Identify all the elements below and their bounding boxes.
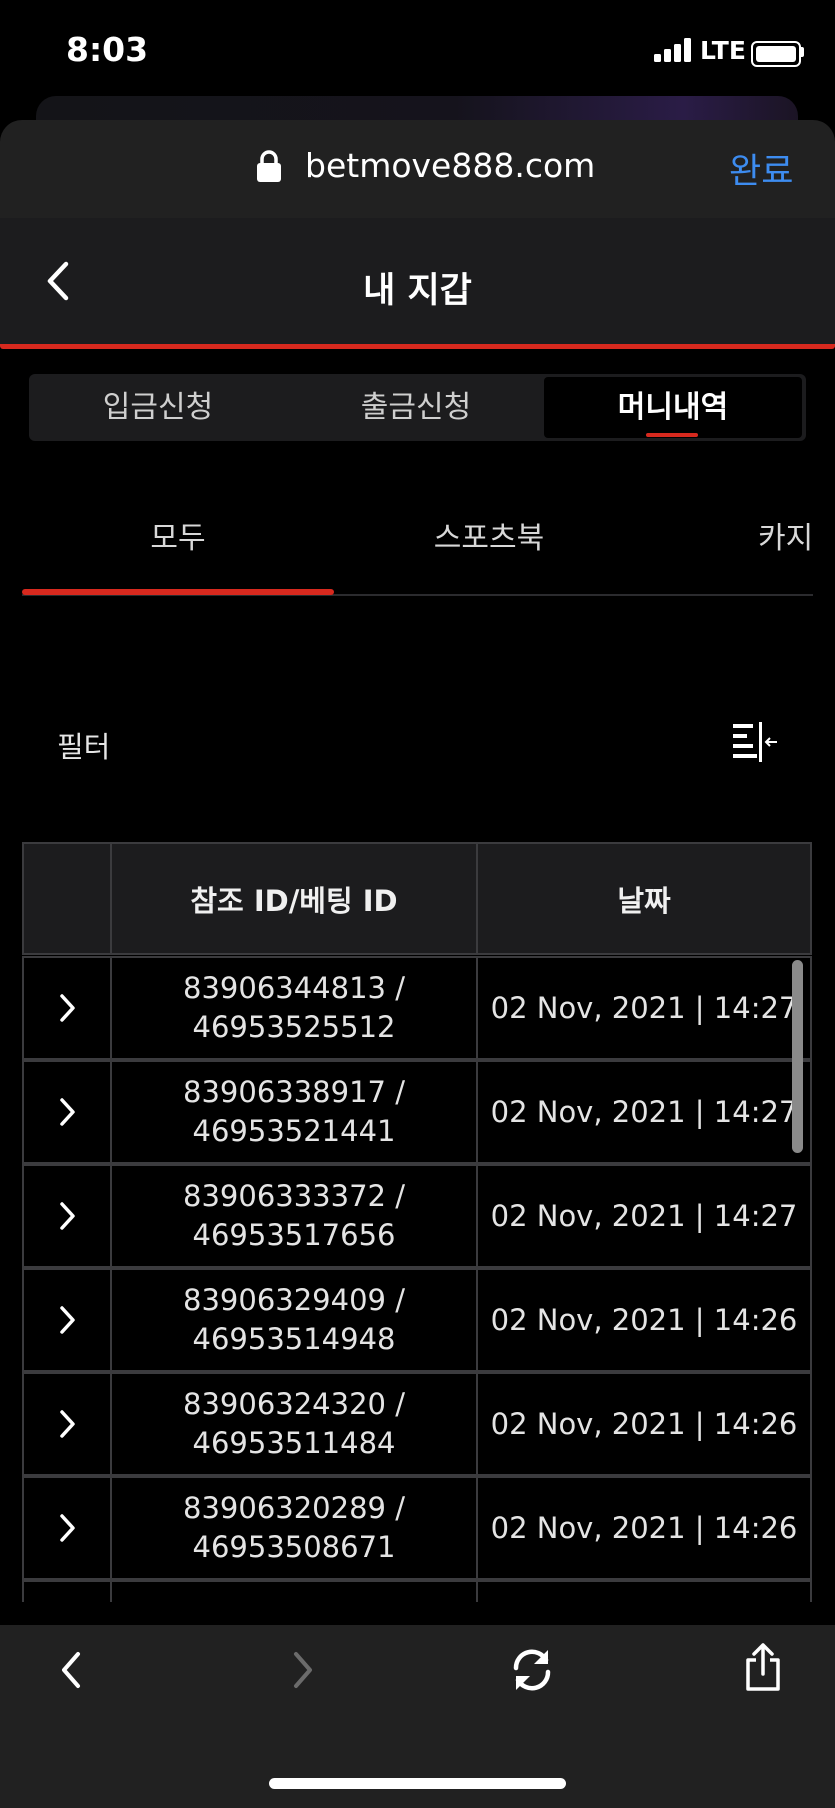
row-expand-button[interactable] (22, 956, 112, 1060)
home-indicator[interactable] (269, 1778, 566, 1789)
ref-id: 83906344813 / (183, 971, 405, 1005)
date-cell: 02 Nov, 2021 | 14:26 (476, 1268, 812, 1372)
share-icon[interactable] (743, 1642, 783, 1692)
row-chevron-icon (60, 1306, 75, 1334)
table-row[interactable]: 83906320289 / 46953508671 02 Nov, 2021 | … (22, 1476, 812, 1580)
segment-active-indicator (646, 433, 698, 437)
date-cell: 02 Nov, 2021 | 14:26 (476, 1372, 812, 1476)
lock-icon (257, 150, 281, 182)
row-chevron-icon (60, 1410, 75, 1438)
filter-label: 필터 (57, 730, 111, 764)
segment-withdraw[interactable]: 출금신청 (287, 374, 545, 441)
row-chevron-icon (60, 1514, 75, 1542)
segment-deposit[interactable]: 입금신청 (29, 374, 287, 441)
browser-forward-icon[interactable] (290, 1650, 316, 1690)
table-row-partial[interactable] (22, 1580, 812, 1602)
tab-sportsbook[interactable]: 스포츠북 (356, 513, 622, 557)
ref-id: 83906338917 / (183, 1075, 405, 1109)
tab-active-indicator (22, 589, 334, 595)
status-time: 8:03 (66, 30, 149, 69)
filter-icon[interactable] (732, 722, 778, 762)
ref-id: 83906329409 / (183, 1283, 405, 1317)
row-expand-button[interactable] (22, 1164, 112, 1268)
bet-id: 46953511484 (192, 1426, 396, 1460)
wallet-segment-control: 입금신청 출금신청 머니내역 (29, 374, 806, 441)
date-cell: 02 Nov, 2021 | 14:27 (476, 1164, 812, 1268)
network-type: LTE (700, 36, 746, 65)
ref-id: 83906320289 / (183, 1491, 405, 1525)
battery-tip (801, 47, 804, 57)
column-header-expand (22, 842, 112, 955)
table-row[interactable]: 83906329409 / 46953514948 02 Nov, 2021 | … (22, 1268, 812, 1372)
ref-bet-id-cell: 83906344813 / 46953525512 (110, 956, 478, 1060)
row-chevron-icon (60, 994, 75, 1022)
bet-id: 46953517656 (192, 1218, 396, 1252)
row-chevron-icon (60, 1202, 75, 1230)
tab-casino[interactable]: 카지 (758, 513, 813, 557)
bet-id: 46953508671 (192, 1530, 396, 1564)
date-cell (476, 1580, 812, 1602)
row-expand-button[interactable] (22, 1580, 112, 1602)
battery-icon (751, 41, 801, 67)
ref-bet-id-cell: 83906324320 / 46953511484 (110, 1372, 478, 1476)
table-row[interactable]: 83906333372 / 46953517656 02 Nov, 2021 | … (22, 1164, 812, 1268)
header-accent-line (0, 344, 835, 349)
page-title: 내 지갑 (363, 271, 472, 311)
segment-money-history[interactable]: 머니내역 (544, 374, 802, 441)
url-text[interactable]: betmove888.com (305, 146, 595, 185)
ref-bet-id-cell (110, 1580, 478, 1602)
bet-id: 46953521441 (192, 1114, 396, 1148)
table-row[interactable]: 83906324320 / 46953511484 02 Nov, 2021 | … (22, 1372, 812, 1476)
column-header-date: 날짜 (476, 842, 812, 955)
ref-bet-id-cell: 83906333372 / 46953517656 (110, 1164, 478, 1268)
ref-id: 83906333372 / (183, 1179, 405, 1213)
table-scrollbar[interactable] (792, 960, 803, 1153)
ref-bet-id-cell: 83906320289 / 46953508671 (110, 1476, 478, 1580)
row-expand-button[interactable] (22, 1372, 112, 1476)
date-cell: 02 Nov, 2021 | 14:27 (476, 956, 812, 1060)
tab-all[interactable]: 모두 (0, 513, 356, 557)
row-expand-button[interactable] (22, 1476, 112, 1580)
ref-id: 83906324320 / (183, 1387, 405, 1421)
reload-icon[interactable] (508, 1646, 556, 1694)
ref-bet-id-cell: 83906329409 / 46953514948 (110, 1268, 478, 1372)
table-row[interactable]: 83906344813 / 46953525512 02 Nov, 2021 | … (22, 956, 812, 1060)
ref-bet-id-cell: 83906338917 / 46953521441 (110, 1060, 478, 1164)
browser-back-icon[interactable] (58, 1650, 84, 1690)
row-expand-button[interactable] (22, 1060, 112, 1164)
date-cell: 02 Nov, 2021 | 14:27 (476, 1060, 812, 1164)
bet-id: 46953525512 (192, 1010, 396, 1044)
date-cell: 02 Nov, 2021 | 14:26 (476, 1476, 812, 1580)
table-row[interactable]: 83906338917 / 46953521441 02 Nov, 2021 | … (22, 1060, 812, 1164)
done-button[interactable]: 완료 (729, 143, 793, 194)
money-history-table: 참조 ID/베팅 ID 날짜 83906344813 / 46953525512 … (22, 842, 812, 1602)
column-header-ref-id: 참조 ID/베팅 ID (110, 842, 478, 955)
row-chevron-icon (60, 1098, 75, 1126)
row-expand-button[interactable] (22, 1268, 112, 1372)
bet-id: 46953514948 (192, 1322, 396, 1356)
signal-icon (654, 38, 691, 62)
